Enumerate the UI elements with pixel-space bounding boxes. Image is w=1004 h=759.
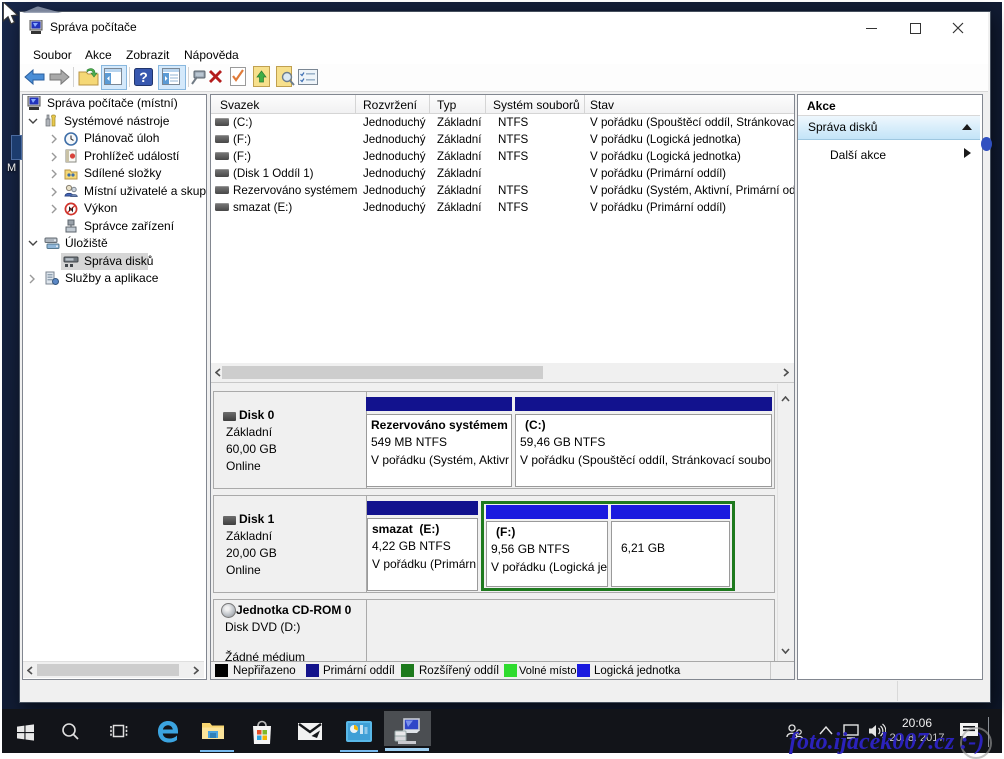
svg-text:?: ? xyxy=(139,69,148,85)
